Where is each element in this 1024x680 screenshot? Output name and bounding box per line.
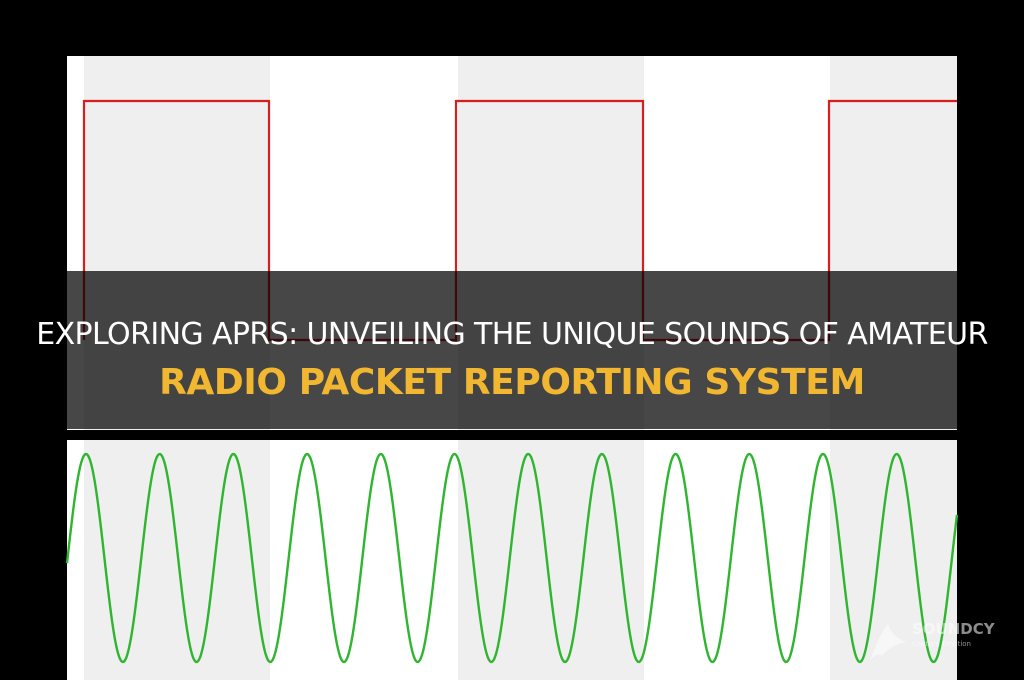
soundcy-watermark: SOUNDCY Capture Emotion	[858, 612, 1018, 672]
watermark-brand: SOUNDCY	[912, 620, 995, 638]
page-title-line-1: EXPLORING APRS: UNVEILING THE UNIQUE SOU…	[36, 317, 988, 352]
sine-wave-panel	[65, 440, 959, 680]
dolphin-icon	[870, 624, 906, 660]
page-title-line-2: RADIO PACKET REPORTING SYSTEM	[159, 362, 865, 403]
watermark-tagline: Capture Emotion	[912, 640, 971, 648]
sine-panel-band	[458, 440, 644, 680]
